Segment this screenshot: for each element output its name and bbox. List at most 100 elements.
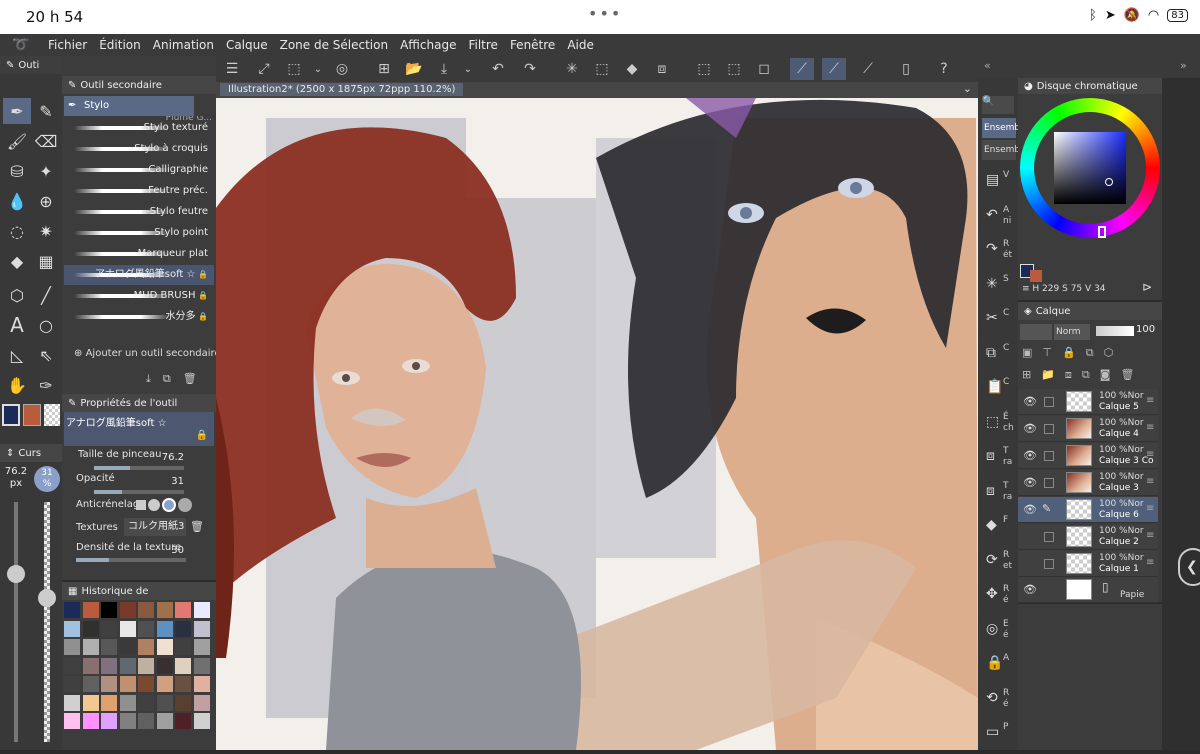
expand-right-icon[interactable]: » (1180, 59, 1187, 72)
ruler-tool-icon[interactable]: ◺ (3, 342, 31, 368)
palette-swatch[interactable] (119, 639, 136, 655)
magic-wand-icon[interactable]: ✷ (32, 218, 60, 244)
palette-swatch[interactable] (138, 620, 154, 637)
drag-handle-icon[interactable]: ≡ (1146, 530, 1154, 541)
side-tab-2[interactable]: Ensemb (982, 140, 1020, 160)
palette-swatch[interactable] (156, 639, 173, 655)
mask-icon[interactable]: ▣ (1022, 346, 1032, 360)
palette-swatch[interactable] (82, 602, 99, 618)
saturation-value-square[interactable] (1054, 132, 1126, 204)
delete-layer-icon[interactable]: 🗑 (1120, 368, 1134, 382)
pen-tool-icon[interactable]: ✒ (3, 98, 31, 124)
open-folder-icon[interactable]: 📂 (402, 58, 426, 80)
layer-checkbox[interactable] (1044, 397, 1054, 407)
command-button[interactable]: ⬚ É ch (982, 408, 1016, 444)
transparent-color-swatch[interactable] (44, 404, 60, 426)
search-dropdown[interactable]: 🔍 (982, 96, 1014, 114)
command-button[interactable]: ⧉ C (982, 339, 1016, 375)
layer-checkbox[interactable] (1044, 559, 1054, 569)
transform-icon[interactable]: ⧈ (650, 58, 674, 80)
palette-swatch[interactable] (193, 657, 210, 674)
texture-density-slider[interactable] (76, 558, 186, 562)
brush-item[interactable]: Feutre préc. (64, 181, 214, 201)
layer-row[interactable]: 👁 100 %Nor Calque 3 ≡ (1018, 470, 1158, 496)
history-title[interactable]: Historique de (81, 586, 148, 597)
layer-row[interactable]: 👁 100 %Nor Calque 5 ≡ (1018, 389, 1158, 415)
selection-icon[interactable]: ⬚ (282, 58, 306, 80)
palette-swatch[interactable] (82, 639, 99, 655)
brush-item[interactable]: Stylo point (64, 223, 214, 243)
command-button[interactable]: ✂ C (982, 304, 1016, 340)
help-icon[interactable]: ? (932, 58, 956, 80)
layer-row[interactable]: 👁 ✎ 100 %Nor Calque 6 ≡ (1018, 497, 1158, 523)
texture-select[interactable]: コルク用紙3 (124, 518, 186, 536)
palette-swatch[interactable] (138, 694, 154, 711)
palette-swatch[interactable] (138, 639, 154, 655)
copy-icon[interactable]: ⧉ (163, 372, 171, 386)
tool-tab-label[interactable]: Outi (18, 60, 39, 71)
menu-affichage[interactable]: Affichage (394, 38, 462, 52)
drag-handle-icon[interactable]: ≡ (1146, 395, 1154, 406)
palette-swatch[interactable] (82, 713, 99, 729)
palette-swatch[interactable] (156, 713, 173, 729)
palette-swatch[interactable] (156, 602, 173, 618)
command-button[interactable]: ✥ R é (982, 580, 1016, 616)
lasso-tool-icon[interactable]: ◌ (3, 218, 31, 244)
antialias-medium[interactable] (162, 498, 176, 512)
new-folder-icon[interactable]: 📁 (1041, 368, 1055, 382)
hue-ring[interactable] (1020, 98, 1160, 238)
palette-swatch[interactable] (119, 602, 136, 618)
brush-item[interactable]: Calligraphie (64, 160, 214, 180)
size-slider[interactable] (7, 502, 25, 742)
eye-icon[interactable]: 👁 (1023, 422, 1037, 435)
figure-tool-icon[interactable]: ⬡ (3, 282, 31, 308)
drag-handle-icon[interactable]: ≡ (1146, 557, 1154, 568)
layer-opacity-slider[interactable] (1096, 326, 1134, 336)
command-button[interactable]: ⧈ T ra (982, 477, 1016, 513)
merge-icon[interactable]: ⧈ (1065, 368, 1072, 382)
subtool-tab-label[interactable]: Outil secondaire (80, 80, 161, 91)
command-button[interactable]: ▭ P (982, 718, 1016, 754)
palette-swatch[interactable] (101, 657, 117, 674)
blend-mode-select[interactable]: Norm (1054, 324, 1090, 340)
menu-fenetre[interactable]: Fenêtre (504, 38, 561, 52)
spinner-icon[interactable]: ✳ (560, 58, 584, 80)
palette-swatch[interactable] (82, 694, 99, 711)
command-button[interactable]: ◆ F (982, 511, 1016, 547)
brush-tool-icon[interactable]: 🖌 (3, 128, 31, 154)
menu-calque[interactable]: Calque (220, 38, 274, 52)
palette-swatch[interactable] (64, 713, 80, 729)
menu-icon[interactable]: ☰ (220, 58, 244, 80)
layer-checkbox[interactable] (1044, 424, 1054, 434)
palette-swatch[interactable] (64, 694, 80, 711)
palette-swatch[interactable] (156, 694, 173, 711)
palette-swatch[interactable] (193, 676, 210, 692)
gradient-tool-icon[interactable]: ▦ (32, 248, 60, 274)
palette-swatch[interactable] (156, 676, 173, 692)
brush-size-value[interactable]: 76.2 (150, 452, 184, 463)
eye-icon[interactable]: 👁 (1023, 449, 1037, 462)
palette-swatch[interactable] (119, 713, 136, 729)
layer-paper[interactable]: 👁 ▯ Papie (1018, 577, 1158, 603)
command-button[interactable]: 🔒 A (982, 649, 1016, 685)
palette-swatch[interactable] (156, 657, 173, 674)
command-button[interactable]: 📋 C (982, 373, 1016, 409)
palette-swatch[interactable] (138, 657, 154, 674)
pencil-tool-icon[interactable]: ✎ (32, 98, 60, 124)
palette-swatch[interactable] (175, 694, 191, 711)
palette-swatch[interactable] (101, 620, 117, 637)
antialias-strong[interactable] (178, 498, 192, 512)
palette-swatch[interactable] (138, 676, 154, 692)
brush-item[interactable]: アナログ風鉛筆soft ☆ 🔒 (64, 265, 214, 285)
mask-add-icon[interactable]: ◙ (1100, 368, 1111, 382)
palette-swatch[interactable] (64, 639, 80, 655)
brush-item[interactable]: Stylo texturé (64, 118, 214, 138)
layer-row[interactable]: 100 %Nor Calque 1 ≡ (1018, 551, 1158, 577)
palette-swatch[interactable] (175, 676, 191, 692)
palette-swatch[interactable] (101, 713, 117, 729)
palette-swatch[interactable] (193, 639, 210, 655)
invert-icon[interactable]: ◻ (752, 58, 776, 80)
brush-item[interactable]: Marqueur plat (64, 244, 214, 264)
color-picker-marker[interactable] (1105, 178, 1113, 186)
sub-color-chip[interactable] (1030, 270, 1042, 282)
